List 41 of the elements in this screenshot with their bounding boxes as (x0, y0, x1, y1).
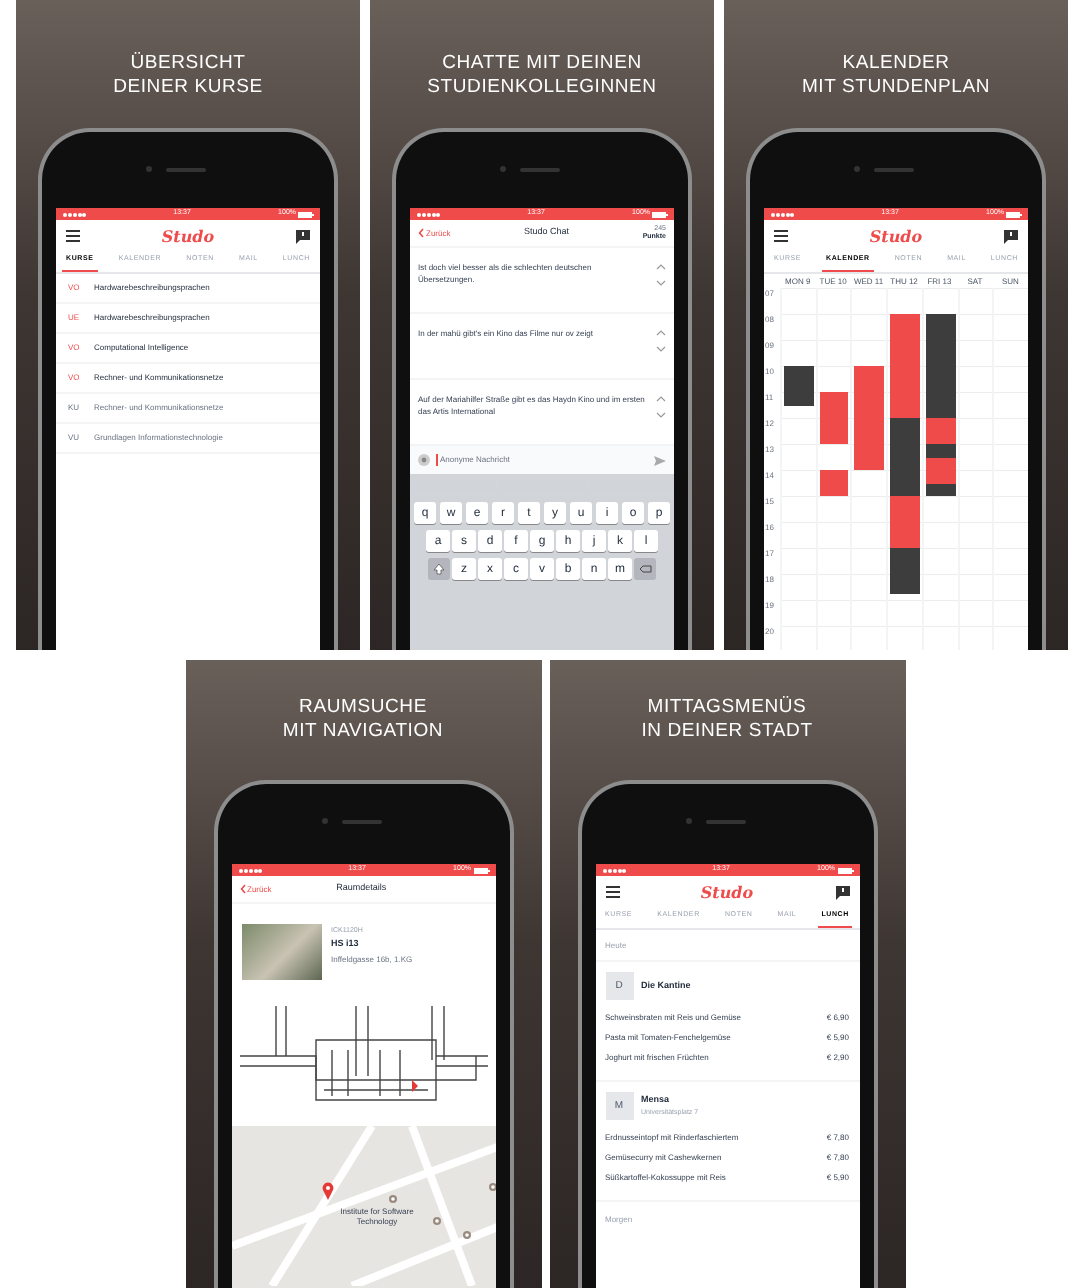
chat-icon[interactable] (296, 229, 310, 243)
app-logo: Studo (700, 884, 754, 900)
phone-camera (854, 166, 860, 172)
map-pin-icon (321, 1182, 333, 1200)
downvote-icon[interactable] (656, 412, 666, 418)
upvote-icon[interactable] (656, 330, 666, 336)
phone-camera (500, 166, 506, 172)
panel-heading: CHATTE MIT DEINEN STUDIENKOLLEGINNEN (427, 52, 657, 100)
phone-camera (685, 818, 691, 824)
calendar-event[interactable] (925, 314, 956, 419)
upvote-icon[interactable] (656, 264, 666, 270)
calendar-event[interactable] (925, 418, 956, 445)
poi-icon[interactable] (431, 1216, 441, 1226)
calendar-event[interactable] (925, 444, 956, 458)
panel-heading: ÜBERSICHT DEINER KURSE (113, 52, 263, 100)
menu-icon[interactable] (774, 230, 788, 242)
downvote-icon[interactable] (656, 280, 666, 286)
menu-icon[interactable] (605, 886, 619, 898)
chevron-left-icon (418, 228, 424, 238)
chat-icon[interactable] (835, 885, 849, 899)
app-logo: Studo (161, 228, 215, 244)
panel-heading: RAUMSUCHE MIT NAVIGATION (282, 696, 444, 744)
phone-camera (146, 166, 152, 172)
camera-icon[interactable] (418, 454, 430, 466)
shift-key-icon[interactable] (427, 558, 450, 580)
poi-icon[interactable] (387, 1194, 397, 1204)
calendar-event[interactable] (925, 457, 956, 484)
panel-heading: KALENDER MIT STUNDENPLAN (801, 52, 991, 100)
send-icon[interactable] (654, 455, 666, 465)
chevron-left-icon (239, 884, 245, 894)
app-logo: Studo (869, 228, 923, 244)
downvote-icon[interactable] (656, 346, 666, 352)
poi-icon[interactable] (461, 1230, 471, 1240)
backspace-key-icon[interactable] (634, 558, 657, 580)
panel-heading: MITTAGSMENÜS IN DEINER STADT (641, 696, 813, 744)
menu-icon[interactable] (66, 230, 80, 242)
upvote-icon[interactable] (656, 396, 666, 402)
phone-camera (321, 818, 327, 824)
poi-icon[interactable] (487, 1182, 495, 1192)
chat-icon[interactable] (1004, 229, 1018, 243)
photo-placeholder (241, 924, 321, 980)
